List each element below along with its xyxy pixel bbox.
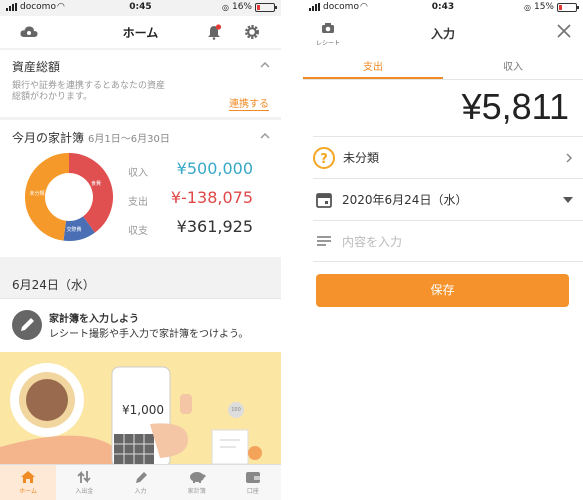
income-value: ¥500,000	[176, 159, 253, 178]
phone-amount: ¥1,000	[122, 403, 164, 417]
assets-description: 銀行や証券を連携するとあなたの資産 総額がわかります。	[12, 81, 165, 103]
tab-budget[interactable]: 家計簿	[169, 465, 225, 500]
promo-illustration: ¥1,000 100	[0, 352, 281, 464]
monthly-card: 今月の家計簿 6月1日〜6月30日 食費 交際費 未分類 収入 ¥500,000 …	[0, 120, 281, 257]
wallet-icon	[245, 472, 260, 483]
tab-income[interactable]: 収入	[443, 50, 583, 79]
text-lines-icon	[317, 236, 331, 246]
date-header: 6月24日（水）	[12, 278, 95, 292]
assets-desc-line1: 銀行や証券を連携するとあなたの資産	[12, 81, 166, 91]
battery-icon	[255, 2, 277, 12]
page-title: 入力	[430, 27, 455, 41]
input-screen: docomo ◠ 0:43 ◎ 15% レシート 入力 支出 収入 ¥5,811…	[303, 0, 583, 500]
assets-title: 資産総額	[12, 60, 61, 74]
up-down-arrows-icon	[77, 470, 91, 484]
income-label: 収入	[128, 168, 148, 179]
bell-icon[interactable]	[203, 22, 225, 42]
input-prompt-card[interactable]: 家計簿を入力しよう レシート撮影や手入力で家計簿をつけよう。	[0, 298, 281, 352]
tab-label: 家計簿	[187, 488, 206, 495]
balance-value: ¥361,925	[176, 217, 253, 236]
tab-label: ホーム	[19, 488, 38, 495]
piggy-bank-icon	[189, 472, 206, 483]
tab-input[interactable]: 入力	[112, 465, 168, 500]
balance-label: 収支	[128, 226, 148, 237]
tab-label: 入出金	[75, 488, 94, 495]
monthly-range: 6月1日〜6月30日	[88, 134, 170, 145]
chevron-up-icon[interactable]	[259, 59, 271, 71]
donut-slice-food	[68, 153, 113, 233]
assets-desc-line2: 総額がわかります。	[12, 92, 93, 102]
screen-divider	[281, 0, 303, 500]
assets-card: 資産総額 銀行や証券を連携するとあなたの資産 総額がわかります。 連携する	[0, 50, 281, 117]
tab-label: 口座	[246, 488, 259, 495]
home-icon	[21, 471, 36, 483]
date-value: 2020年6月24日（水）	[342, 193, 468, 207]
memo-row[interactable]: 内容を入力	[313, 220, 583, 262]
top-nav: ホーム	[0, 16, 281, 48]
question-circle-icon: ?	[313, 146, 335, 169]
tab-accounts[interactable]: 口座	[225, 465, 281, 500]
category-row[interactable]: ? 未分類	[313, 136, 583, 178]
battery-percent: 15%	[533, 2, 554, 12]
type-segmented-control: 支出 収入	[303, 50, 583, 80]
date-row[interactable]: 2020年6月24日（水）	[313, 178, 583, 220]
battery-icon	[557, 2, 579, 12]
category-value: 未分類	[343, 151, 380, 165]
memo-placeholder: 内容を入力	[342, 234, 403, 249]
donut-label-social: 交際費	[66, 226, 81, 233]
donut-label-unclassified: 未分類	[29, 190, 44, 197]
status-bar: docomo ◠ 0:45 ◎ 16%	[0, 0, 281, 16]
tab-label: 入力	[134, 488, 147, 495]
status-bar: docomo ◠ 0:43 ◎ 15%	[303, 0, 583, 16]
chevron-up-icon[interactable]	[259, 130, 271, 142]
tab-home[interactable]: ホーム	[0, 465, 57, 500]
pencil-icon	[135, 472, 147, 483]
coin-label: 100	[231, 407, 241, 413]
donut-label-food: 食費	[91, 180, 101, 187]
gear-icon[interactable]	[241, 22, 263, 42]
tab-transactions[interactable]: 入出金	[56, 465, 112, 500]
link-accounts-link[interactable]: 連携する	[229, 95, 269, 111]
expense-label: 支出	[128, 197, 148, 208]
battery-percent: 16%	[231, 2, 252, 12]
tab-bar: ホーム 入出金 入力 家計簿 口座	[0, 464, 281, 500]
amount-display[interactable]: ¥5,811	[462, 86, 569, 128]
rotation-lock-icon: ◎	[222, 2, 229, 12]
rotation-lock-icon: ◎	[524, 2, 531, 12]
tab-expense[interactable]: 支出	[303, 50, 443, 79]
monthly-title: 今月の家計簿 6月1日〜6月30日	[12, 129, 170, 146]
close-icon[interactable]	[557, 24, 571, 38]
home-screen: docomo ◠ 0:45 ◎ 16% ホーム 資産総額 銀行や証券を連携すると…	[0, 0, 281, 500]
prompt-description: レシート撮影や手入力で家計簿をつけよう。	[49, 329, 249, 340]
chevron-right-icon	[566, 153, 573, 163]
expense-value: ¥-138,075	[170, 188, 253, 207]
dropdown-arrow-icon	[563, 197, 573, 203]
monthly-title-label: 今月の家計簿	[12, 131, 85, 145]
pencil-icon	[12, 310, 42, 340]
top-nav: レシート 入力	[303, 16, 583, 50]
calendar-icon	[316, 192, 332, 208]
prompt-title: 家計簿を入力しよう	[49, 314, 139, 325]
svg-text:?: ?	[320, 152, 328, 167]
donut-chart[interactable]: 食費 交際費 未分類	[24, 152, 114, 242]
page-title: ホーム	[122, 26, 159, 40]
save-button[interactable]: 保存	[316, 274, 569, 307]
